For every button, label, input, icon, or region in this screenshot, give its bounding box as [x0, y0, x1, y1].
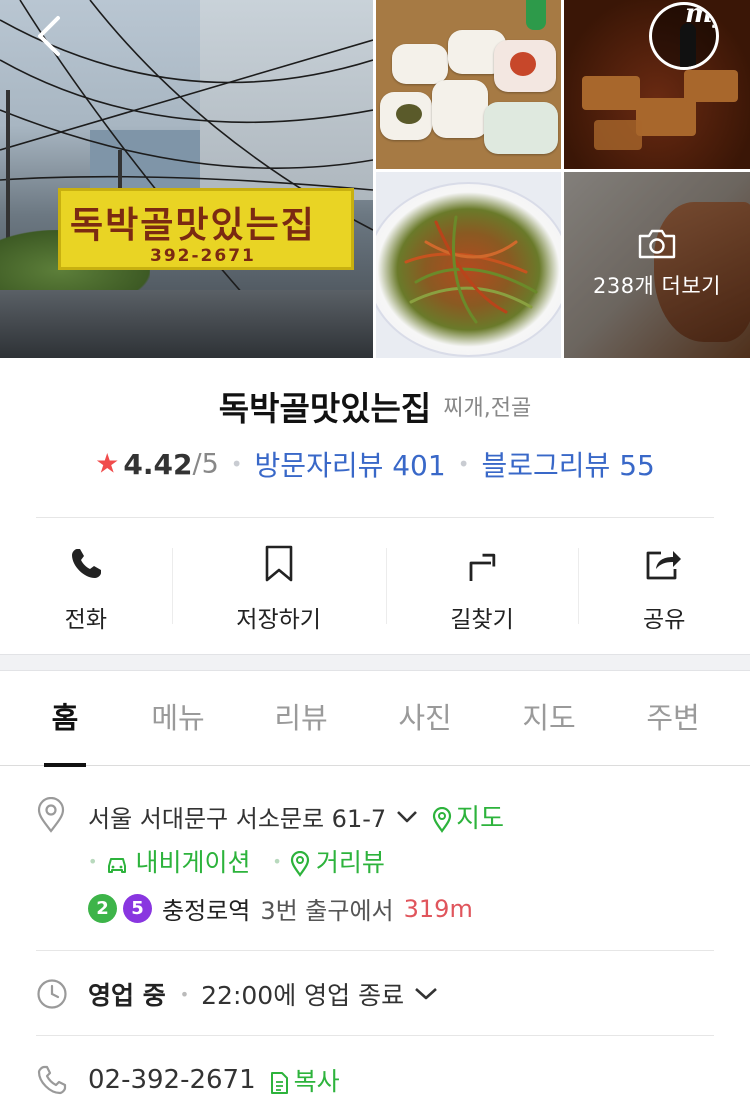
address-text: 서울 서대문구 서소문로 61-7 [88, 805, 387, 833]
store-sign: 독박골맛있는집 [70, 205, 316, 246]
chevron-left-icon [38, 16, 60, 56]
call-label: 전화 [64, 607, 107, 633]
share-button[interactable]: 공유 [578, 530, 750, 640]
navigation-link[interactable]: 내비게이션 [105, 848, 258, 877]
car-icon [108, 858, 127, 873]
save-button[interactable]: 저장하기 [171, 530, 386, 640]
address-expand[interactable] [396, 810, 418, 824]
directions-button[interactable]: 길찾기 [385, 530, 579, 640]
chevron-down-icon [397, 810, 418, 822]
tab-nearby[interactable]: 주변 [640, 672, 706, 766]
directions-icon [469, 553, 496, 581]
navigation-label: 내비게이션 [135, 848, 251, 877]
subway-info: 2 5 충정로역 3번 출구에서 319m [88, 891, 473, 926]
side-dishes-photo[interactable] [376, 0, 561, 169]
tab-bar: 홈 메뉴 리뷰 사진 지도 주변 [0, 672, 750, 767]
tab-menu[interactable]: 메뉴 [146, 672, 210, 766]
copy-phone-button[interactable]: 복사 [268, 1067, 340, 1096]
place-category: 찌개,전골 [443, 396, 532, 421]
tab-photos[interactable]: 사진 [392, 672, 458, 766]
more-photos-label: 238개 더보기 [592, 274, 722, 298]
address-line: 서울 서대문구 서소문로 61-7 지도 [88, 798, 504, 835]
divider [36, 1035, 714, 1036]
clock-icon [37, 979, 67, 1009]
map-pin-icon [433, 806, 452, 833]
street-view-pin-icon [290, 850, 309, 877]
map-link[interactable]: 지도 [432, 804, 504, 834]
bookmark-icon [265, 545, 292, 582]
place-name: 독박골맛있는집 [218, 389, 432, 428]
share-label: 공유 [643, 607, 686, 633]
hours-line[interactable]: 영업 중 • 22:00에 영업 종료 [88, 976, 438, 1012]
subway-line-2-badge: 2 [88, 894, 117, 923]
more-photos-button[interactable]: 238개 더보기 [564, 228, 750, 300]
share-icon [646, 551, 682, 580]
address-sub-links: • 내비게이션 • 거리뷰 [88, 848, 385, 877]
rating-score: 4.42 [123, 447, 193, 481]
save-label: 저장하기 [236, 607, 321, 633]
copy-label: 복사 [293, 1067, 340, 1096]
my-profile-button[interactable]: my [649, 2, 719, 70]
street-view-link[interactable]: 거리뷰 [290, 848, 385, 877]
section-gap [0, 654, 750, 671]
divider [36, 950, 714, 951]
spicy-salad-photo[interactable] [376, 172, 561, 358]
rating-line: ★ 4.42 /5 • 방문자리뷰 401 • 블로그리뷰 55 [95, 447, 655, 483]
rating-max: /5 [192, 448, 219, 480]
back-button[interactable] [30, 12, 70, 60]
chevron-down-icon [415, 988, 437, 1000]
tab-map[interactable]: 지도 [516, 672, 582, 766]
photo-gallery: 독박골맛있는집 392-2671 238개 더보기 m [0, 0, 750, 358]
hours-expand[interactable] [414, 987, 438, 1001]
subway-line-5-badge: 5 [123, 894, 152, 923]
phone-outline-icon [37, 1065, 67, 1095]
profile-avatar [680, 23, 696, 67]
visitor-reviews-link[interactable]: 방문자리뷰 401 [255, 449, 446, 482]
my-label: my [685, 2, 716, 29]
star-icon: ★ [95, 448, 120, 480]
action-bar: 전화 저장하기 길찾기 공유 [0, 530, 750, 640]
call-button[interactable]: 전화 [0, 530, 172, 640]
place-header: 독박골맛있는집 찌개,전골 ★ 4.42 /5 • 방문자리뷰 401 • 블로… [0, 382, 750, 484]
station-exit: 3번 출구에서 [260, 897, 394, 925]
phone-icon [71, 549, 101, 578]
phone-line: 02-392-2671 복사 [88, 1062, 340, 1098]
directions-label: 길찾기 [450, 607, 514, 633]
station-distance: 319m [403, 894, 473, 923]
closing-time: 22:00에 영업 종료 [201, 981, 405, 1010]
camera-icon [638, 229, 676, 259]
station-name: 충정로역 [162, 897, 251, 925]
blog-reviews-link[interactable]: 블로그리뷰 55 [482, 449, 655, 482]
tab-reviews[interactable]: 리뷰 [268, 672, 334, 766]
location-pin-icon [37, 797, 65, 833]
open-status: 영업 중 [88, 981, 166, 1010]
copy-icon [270, 1072, 288, 1094]
map-link-label: 지도 [456, 804, 504, 834]
tab-home[interactable]: 홈 [44, 672, 86, 767]
street-view-label: 거리뷰 [315, 848, 385, 877]
store-sign-phone: 392-2671 [150, 246, 256, 266]
phone-number[interactable]: 02-392-2671 [88, 1065, 256, 1095]
divider [36, 517, 714, 518]
